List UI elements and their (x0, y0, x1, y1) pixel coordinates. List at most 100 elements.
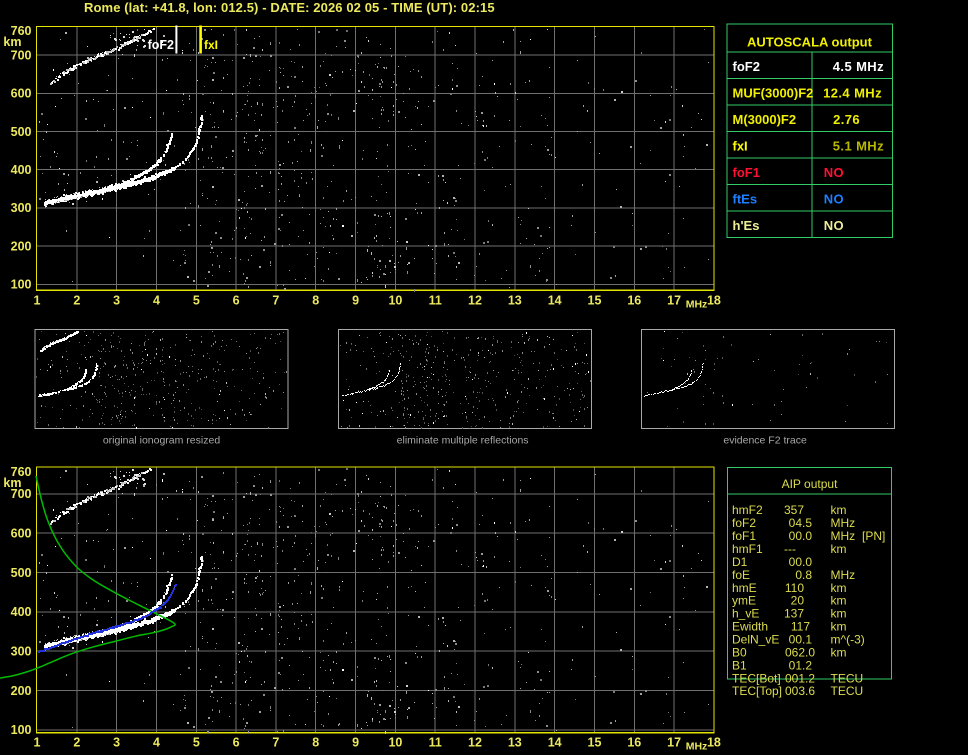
svg-text:6: 6 (233, 736, 240, 750)
svg-text:km: km (831, 607, 847, 621)
svg-text:2.76: 2.76 (833, 112, 860, 127)
svg-text:hmE: hmE (732, 581, 757, 595)
svg-text:12.4 MHz: 12.4 MHz (823, 86, 882, 101)
svg-text:6: 6 (233, 293, 240, 307)
svg-text:km: km (831, 594, 847, 608)
svg-text:ftEs: ftEs (733, 192, 758, 207)
svg-text:NO: NO (824, 165, 844, 180)
svg-text:km: km (831, 620, 847, 634)
svg-text:117: 117 (791, 620, 810, 634)
svg-text:Ewidth: Ewidth (732, 620, 768, 634)
svg-text:16: 16 (627, 293, 641, 307)
svg-text:AUTOSCALA output: AUTOSCALA output (747, 35, 873, 50)
svg-text:700: 700 (11, 48, 32, 62)
svg-text:MUF(3000)F2: MUF(3000)F2 (733, 86, 814, 101)
svg-text:B1: B1 (732, 658, 747, 672)
svg-text:400: 400 (11, 605, 32, 619)
svg-text:200: 200 (11, 684, 32, 698)
svg-text:062.0: 062.0 (785, 645, 815, 659)
svg-text:h_vE: h_vE (732, 607, 759, 621)
svg-text:8: 8 (312, 736, 319, 750)
svg-text:357: 357 (784, 503, 804, 517)
svg-text:00.1: 00.1 (789, 633, 813, 647)
svg-text:eliminate multiple reflections: eliminate multiple reflections (397, 435, 529, 447)
svg-text:7: 7 (272, 293, 279, 307)
svg-text:B0: B0 (732, 645, 747, 659)
svg-text:00.0: 00.0 (789, 555, 813, 569)
svg-text:0.8: 0.8 (795, 568, 812, 582)
svg-text:13: 13 (508, 736, 522, 750)
svg-text:M(3000)F2: M(3000)F2 (733, 112, 797, 127)
svg-text:NO: NO (824, 192, 844, 207)
svg-text:100: 100 (11, 723, 32, 737)
svg-text:14: 14 (548, 293, 562, 307)
svg-text:4: 4 (153, 293, 160, 307)
svg-text:5.1 MHz: 5.1 MHz (833, 139, 884, 154)
svg-text:m^(-3): m^(-3) (831, 633, 865, 647)
svg-text:foF2: foF2 (733, 59, 760, 74)
svg-text:500: 500 (11, 566, 32, 580)
svg-text:4: 4 (153, 736, 160, 750)
svg-text:10: 10 (388, 293, 402, 307)
svg-text:00.0: 00.0 (789, 529, 813, 543)
svg-text:17: 17 (667, 293, 681, 307)
svg-text:foF1: foF1 (733, 165, 760, 180)
svg-text:15: 15 (588, 736, 602, 750)
svg-text:300: 300 (11, 201, 32, 215)
svg-text:MHz: MHz (831, 529, 856, 543)
svg-text:DelN_vE: DelN_vE (732, 633, 779, 647)
svg-text:km: km (3, 35, 21, 49)
svg-text:hmF2: hmF2 (732, 503, 763, 517)
svg-text:MHz: MHz (831, 568, 856, 582)
svg-text:11: 11 (429, 736, 442, 750)
svg-text:500: 500 (11, 125, 32, 139)
svg-text:01.2: 01.2 (789, 658, 813, 672)
svg-text:1: 1 (34, 293, 41, 307)
svg-text:003.6: 003.6 (785, 684, 815, 698)
svg-text:D1: D1 (732, 555, 748, 569)
svg-text:20: 20 (791, 594, 805, 608)
svg-text:[PN]: [PN] (862, 529, 885, 543)
svg-text:16: 16 (627, 736, 641, 750)
svg-text:11: 11 (429, 293, 442, 307)
svg-text:fxI: fxI (204, 38, 218, 52)
svg-text:9: 9 (352, 736, 359, 750)
svg-text:110: 110 (785, 581, 804, 595)
svg-text:5: 5 (193, 293, 200, 307)
svg-text:MHz: MHz (831, 516, 856, 530)
svg-text:3: 3 (113, 736, 120, 750)
svg-text:original ionogram resized: original ionogram resized (103, 435, 220, 447)
svg-text:300: 300 (11, 645, 32, 659)
svg-text:8: 8 (312, 293, 319, 307)
svg-text:15: 15 (588, 293, 602, 307)
svg-text:5: 5 (193, 736, 200, 750)
svg-text:12: 12 (468, 293, 482, 307)
svg-text:MHz: MHz (686, 741, 708, 753)
svg-text:hmF1: hmF1 (732, 542, 763, 556)
svg-text:4.5 MHz: 4.5 MHz (833, 59, 884, 74)
svg-text:04.5: 04.5 (789, 516, 813, 530)
svg-text:14: 14 (548, 736, 562, 750)
svg-text:3: 3 (113, 293, 120, 307)
svg-text:NO: NO (824, 218, 844, 233)
svg-text:Rome (lat: +41.8, lon: 012.5): Rome (lat: +41.8, lon: 012.5) - DATE: 20… (84, 0, 495, 15)
svg-text:TEC[Top]: TEC[Top] (732, 684, 782, 698)
svg-text:foF1: foF1 (732, 529, 756, 543)
svg-text:1: 1 (34, 736, 41, 750)
svg-text:km: km (831, 542, 847, 556)
svg-text:foE: foE (732, 568, 750, 582)
svg-text:---: --- (784, 542, 796, 556)
svg-text:600: 600 (11, 87, 32, 101)
svg-text:foF2: foF2 (732, 516, 756, 530)
svg-text:137: 137 (784, 607, 804, 621)
svg-text:AIP output: AIP output (782, 477, 838, 491)
svg-text:2: 2 (73, 736, 80, 750)
svg-text:12: 12 (468, 736, 482, 750)
svg-text:2: 2 (73, 293, 80, 307)
svg-text:km: km (831, 503, 847, 517)
svg-text:18: 18 (707, 736, 721, 750)
svg-text:18: 18 (707, 293, 721, 307)
svg-text:fxI: fxI (733, 139, 748, 154)
svg-text:7: 7 (272, 736, 279, 750)
svg-text:200: 200 (11, 239, 32, 253)
